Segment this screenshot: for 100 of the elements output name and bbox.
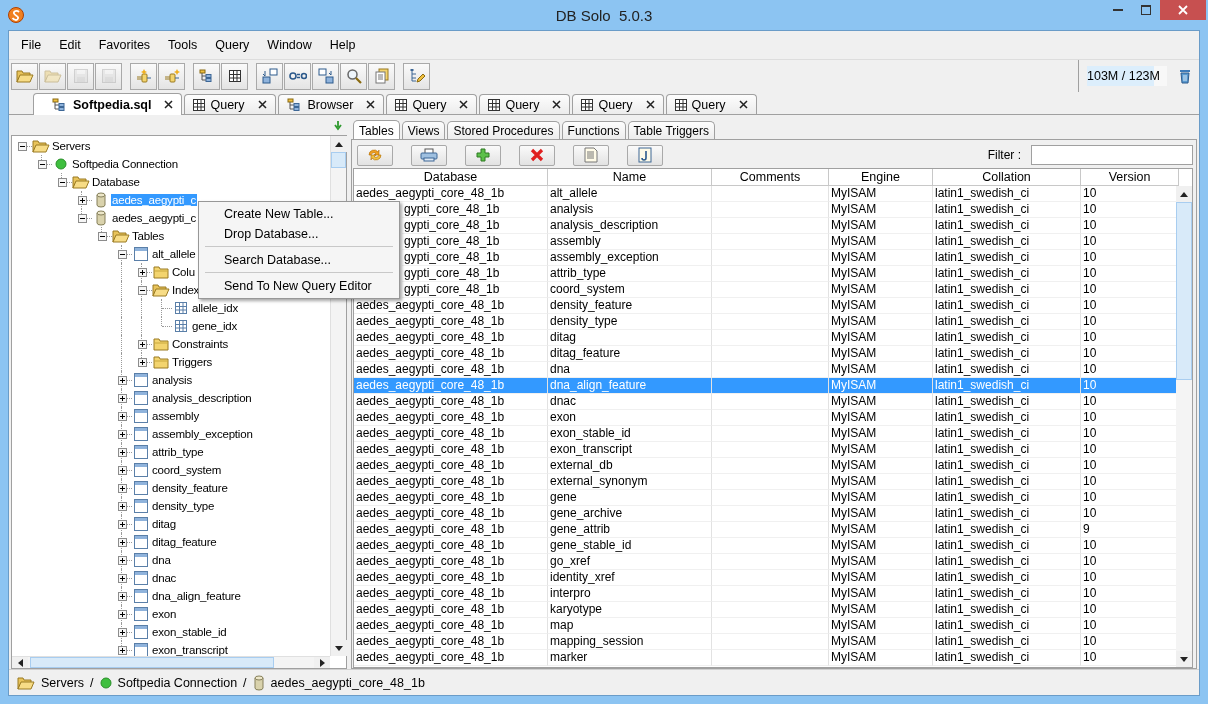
tree-toggle[interactable]	[117, 249, 127, 259]
column-header[interactable]: Comments	[712, 169, 829, 186]
tree-item[interactable]: Database	[91, 176, 141, 188]
tree-item[interactable]: exon_stable_id	[151, 626, 228, 638]
menu-item[interactable]: Search Database...	[199, 250, 399, 270]
table-row[interactable]: aedes_aegypti_core_48_1b go_xref MyISAM latin1_swedish_ci 10	[354, 554, 1176, 570]
tree-toggle[interactable]	[117, 591, 127, 601]
table-row[interactable]: aedes_aegypti_core_48_1b karyotype MyISAM latin1_swedish_ci 10	[354, 602, 1176, 618]
tree-item[interactable]: Index	[171, 284, 201, 296]
tree-item[interactable]: density_type	[151, 500, 216, 512]
table-row[interactable]: aedes_aegypti_core_48_1b gene_stable_id MyISAM latin1_swedish_ci 10	[354, 538, 1176, 554]
toolbar-button[interactable]	[193, 62, 220, 90]
tree-toggle[interactable]	[97, 231, 107, 241]
table-row[interactable]: aedes_aegypti_core_48_1b ditag_feature MyISAM latin1_swedish_ci 10	[354, 346, 1176, 362]
tree-item[interactable]: dna_align_feature	[151, 590, 242, 602]
object-tab[interactable]: Stored Procedures	[447, 121, 560, 139]
tree-toggle[interactable]	[17, 141, 27, 151]
tree-toggle[interactable]	[117, 393, 127, 403]
object-tab[interactable]: Tables	[353, 120, 400, 140]
tree-item[interactable]: alt_allele	[151, 248, 197, 260]
table-row[interactable]: aedes_aegypti_core_48_1b map MyISAM latin1_swedish_ci 10	[354, 618, 1176, 634]
menu-item[interactable]: Query	[209, 35, 256, 55]
tree-toggle[interactable]	[117, 555, 127, 565]
tree-toggle[interactable]	[117, 537, 127, 547]
column-header[interactable]: Version	[1081, 169, 1179, 186]
editor-tab[interactable]: Query	[479, 94, 571, 114]
tree-toggle[interactable]	[77, 213, 87, 223]
tree-toggle[interactable]	[117, 573, 127, 583]
scroll-left-button[interactable]	[12, 657, 28, 668]
table-row[interactable]: aedes_aegypti_core_48_1b density_feature MyISAM latin1_swedish_ci 10	[354, 298, 1176, 314]
menu-item[interactable]: Favorites	[92, 35, 157, 55]
tree-item[interactable]: attrib_type	[151, 446, 205, 458]
table-row[interactable]: aedes_aegypti_core_48_1b gene MyISAM latin1_swedish_ci 10	[354, 490, 1176, 506]
close-button[interactable]	[1160, 0, 1206, 20]
menu-item[interactable]: Window	[261, 35, 318, 55]
editor-tab[interactable]: Query	[665, 94, 757, 114]
tree-item[interactable]: analysis_description	[151, 392, 253, 404]
toolbar-button[interactable]	[221, 62, 248, 90]
column-header[interactable]: Name	[548, 169, 712, 186]
scrollbar[interactable]	[1176, 186, 1192, 667]
tree-item[interactable]: Colu	[171, 266, 196, 278]
table-row[interactable]: aedes_aegypti_core_48_1b ditag MyISAM latin1_swedish_ci 10	[354, 330, 1176, 346]
tree-item[interactable]: exon	[151, 608, 178, 620]
editor-tab[interactable]: Query	[386, 94, 478, 114]
table-row[interactable]: aedes_aegypti_core_48_1b exon_transcript MyISAM latin1_swedish_ci 10	[354, 442, 1176, 458]
table-row[interactable]: aedes_aegypti_core_48_1b mapping_session MyISAM latin1_swedish_ci 10	[354, 634, 1176, 650]
editor-tab[interactable]: Query	[572, 94, 664, 114]
tree-item[interactable]: analysis	[151, 374, 193, 386]
table-row[interactable]: aedes_aegypti_core_48_1b dnac MyISAM latin1_swedish_ci 10	[354, 394, 1176, 410]
scrollbar-thumb[interactable]	[1176, 202, 1192, 380]
tree-toggle[interactable]	[117, 411, 127, 421]
scrollbar-thumb[interactable]	[30, 657, 274, 668]
table-row[interactable]: gypti_core_48_1b assembly MyISAM latin1_swedish_ci 10	[402, 234, 1176, 250]
editor-tab[interactable]: Browser	[277, 94, 385, 114]
editor-tab[interactable]: Query	[184, 94, 276, 114]
tree-item[interactable]: Servers	[51, 140, 92, 152]
tree-toggle[interactable]	[117, 627, 127, 637]
tree-toggle[interactable]	[117, 501, 127, 511]
column-header[interactable]: Engine	[829, 169, 933, 186]
tree-toggle[interactable]	[117, 429, 127, 439]
tree-toggle[interactable]	[117, 483, 127, 493]
menu-item[interactable]: Send To New Query Editor	[199, 276, 399, 296]
table-row[interactable]: aedes_aegypti_core_48_1b exon_stable_id MyISAM latin1_swedish_ci 10	[354, 426, 1176, 442]
table-row[interactable]: aedes_aegypti_core_48_1b interpro MyISAM latin1_swedish_ci 10	[354, 586, 1176, 602]
menu-item[interactable]: Edit	[53, 35, 87, 55]
scrollbar-thumb[interactable]	[331, 152, 346, 168]
menu-item[interactable]: Drop Database...	[199, 224, 399, 244]
table-row[interactable]: aedes_aegypti_core_48_1b dna MyISAM latin1_swedish_ci 10	[354, 362, 1176, 378]
scroll-up-button[interactable]	[1176, 186, 1192, 202]
tree-item[interactable]: ditag_feature	[151, 536, 218, 548]
tree-item[interactable]: dnac	[151, 572, 178, 584]
table-row[interactable]: aedes_aegypti_core_48_1b alt_allele MyISAM latin1_swedish_ci 10	[354, 186, 1176, 202]
table-row[interactable]: aedes_aegypti_core_48_1b exon MyISAM latin1_swedish_ci 10	[354, 410, 1176, 426]
column-header[interactable]: Collation	[933, 169, 1081, 186]
scrollbar[interactable]	[12, 656, 330, 668]
menu-item[interactable]: Help	[323, 35, 362, 55]
scroll-right-button[interactable]	[314, 657, 330, 668]
table-row[interactable]: aedes_aegypti_core_48_1b density_type MyISAM latin1_swedish_ci 10	[354, 314, 1176, 330]
table-row[interactable]: aedes_aegypti_core_48_1b identity_xref MyISAM latin1_swedish_ci 10	[354, 570, 1176, 586]
tree-item[interactable]: coord_system	[151, 464, 223, 476]
table-row[interactable]: gypti_core_48_1b assembly_exception MyISAM latin1_swedish_ci 10	[402, 250, 1176, 266]
table-row[interactable]: gypti_core_48_1b coord_system MyISAM latin1_swedish_ci 10	[402, 282, 1176, 298]
tree-item[interactable]: ditag	[151, 518, 177, 530]
tree-toggle[interactable]	[117, 465, 127, 475]
scroll-up-button[interactable]	[331, 136, 347, 152]
table-row[interactable]: aedes_aegypti_core_48_1b gene_attrib MyISAM latin1_swedish_ci 9	[354, 522, 1176, 538]
tree-toggle[interactable]	[117, 519, 127, 529]
tree-item[interactable]: Softpedia Connection	[71, 158, 179, 170]
tree-toggle[interactable]	[37, 159, 47, 169]
tree-item[interactable]: density_feature	[151, 482, 229, 494]
table-row[interactable]: aedes_aegypti_core_48_1b external_db MyISAM latin1_swedish_ci 10	[354, 458, 1176, 474]
tree-item[interactable]: aedes_aegypti_c	[111, 212, 197, 224]
tree-toggle[interactable]	[57, 177, 67, 187]
tree-toggle[interactable]	[117, 375, 127, 385]
breadcrumb-item[interactable]: Servers	[41, 675, 85, 690]
table-row[interactable]: aedes_aegypti_core_48_1b gene_archive MyISAM latin1_swedish_ci 10	[354, 506, 1176, 522]
editor-tab[interactable]: Softpedia.sql	[33, 93, 183, 115]
tree-item[interactable]: Triggers	[171, 356, 214, 368]
table-row[interactable]: gypti_core_48_1b analysis MyISAM latin1_swedish_ci 10	[402, 202, 1176, 218]
tree-toggle[interactable]	[137, 285, 147, 295]
